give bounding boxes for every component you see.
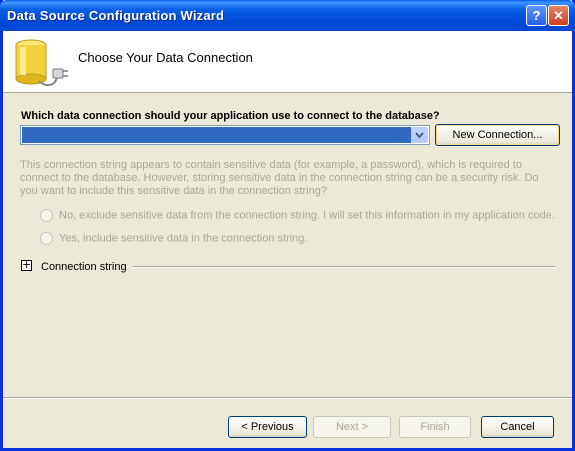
wizard-body: Which data connection should your applic… <box>3 93 572 448</box>
connection-question: Which data connection should your applic… <box>21 110 440 122</box>
next-button[interactable]: Next > <box>313 416 391 438</box>
title-bar[interactable]: Data Source Configuration Wizard ? ✕ <box>0 0 575 31</box>
help-button[interactable]: ? <box>526 5 547 26</box>
sensitive-data-description: This connection string appears to contai… <box>20 159 539 197</box>
previous-button[interactable]: < Previous <box>228 416 307 438</box>
radio-label: No, exclude sensitive data from the conn… <box>59 209 555 222</box>
radio-label: Yes, include sensitive data in the conne… <box>59 232 308 245</box>
expand-plus-icon[interactable]: + <box>21 259 32 271</box>
wizard-window: Data Source Configuration Wizard ? ✕ Cho… <box>0 0 575 451</box>
section-divider <box>133 266 555 268</box>
page-title: Choose Your Data Connection <box>78 50 253 65</box>
radio-include-sensitive[interactable]: Yes, include sensitive data in the conne… <box>40 232 307 245</box>
footer-divider <box>3 397 572 399</box>
new-connection-button[interactable]: New Connection... <box>435 124 560 146</box>
connection-string-label[interactable]: Connection string <box>41 261 127 273</box>
radio-exclude-sensitive[interactable]: No, exclude sensitive data from the conn… <box>40 209 555 222</box>
wizard-header: Choose Your Data Connection <box>3 31 572 93</box>
finish-button[interactable]: Finish <box>399 416 471 438</box>
radio-button[interactable] <box>40 209 53 222</box>
combobox-dropdown-button[interactable] <box>411 127 428 143</box>
window-title: Data Source Configuration Wizard <box>7 8 225 23</box>
cancel-button[interactable]: Cancel <box>481 416 554 438</box>
chevron-down-icon <box>415 132 424 139</box>
data-connection-combobox[interactable] <box>20 125 430 145</box>
database-plug-icon <box>15 39 68 87</box>
radio-button[interactable] <box>40 232 53 245</box>
combobox-selected-value <box>22 127 411 143</box>
close-button[interactable]: ✕ <box>548 5 569 26</box>
